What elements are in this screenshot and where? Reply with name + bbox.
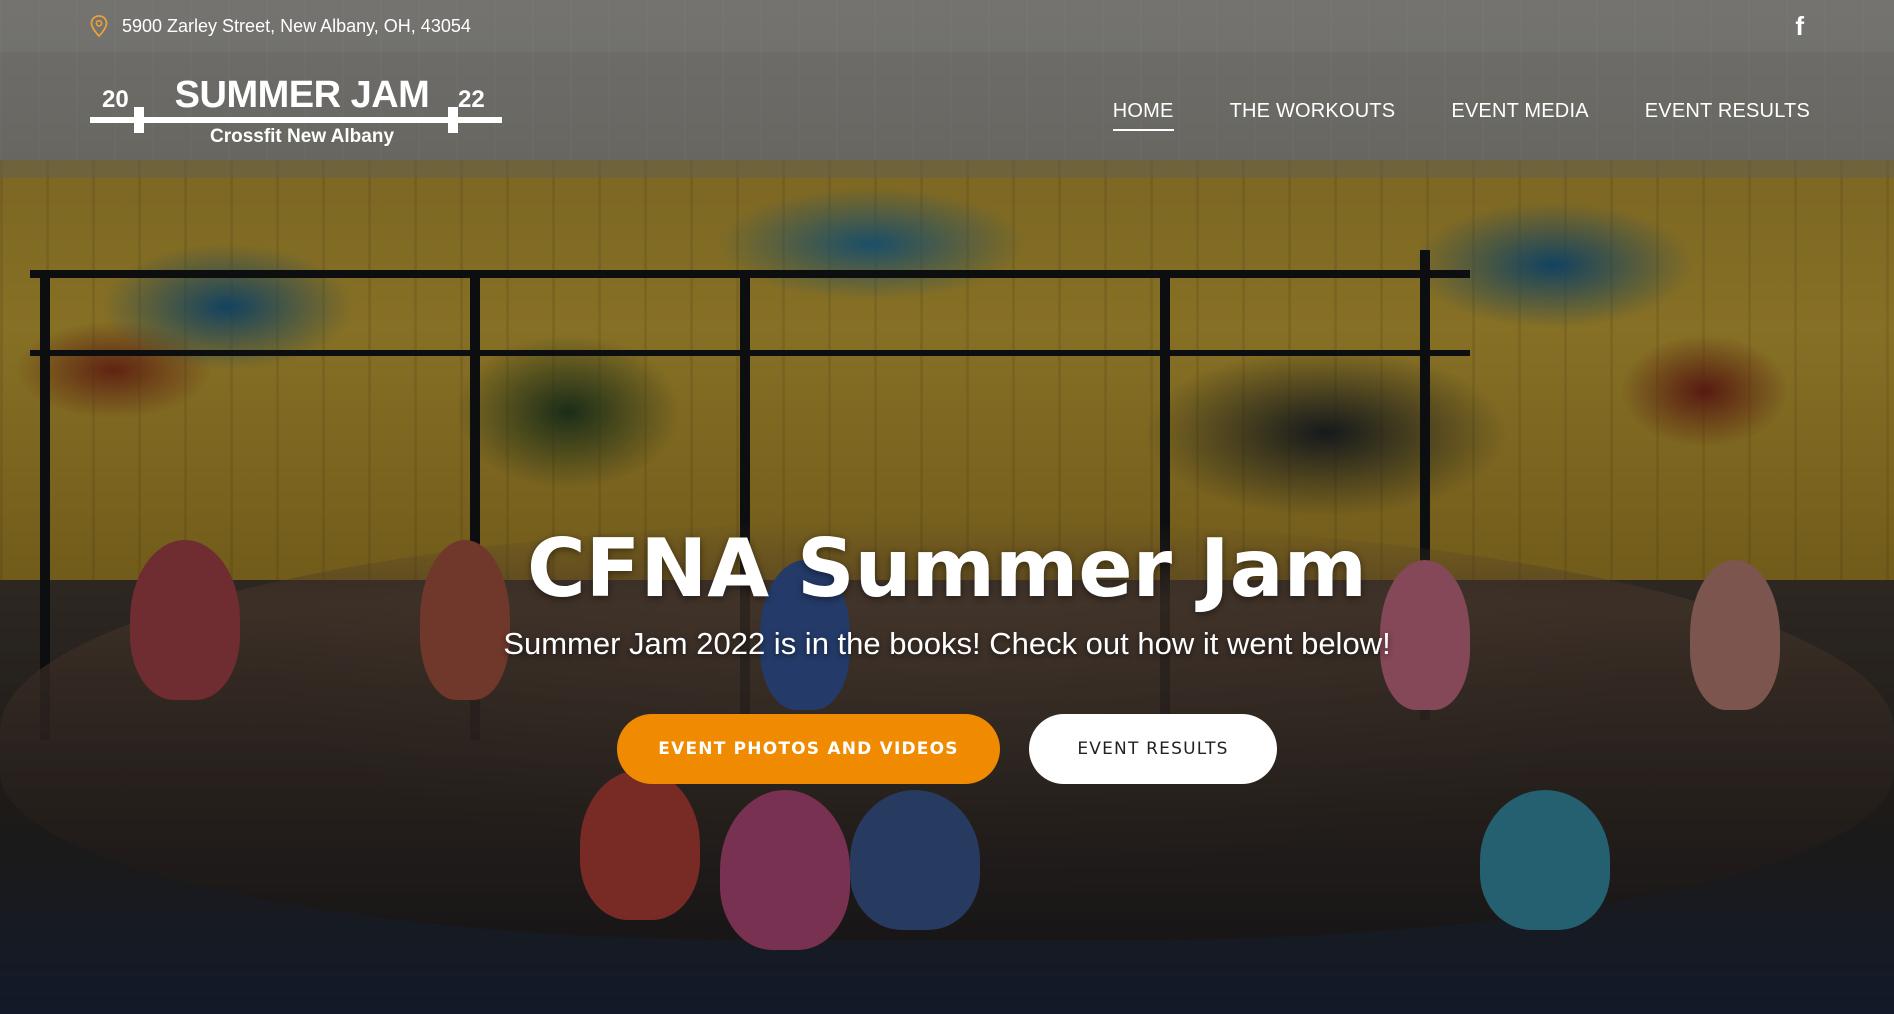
barbell-plate-right [448, 107, 458, 133]
hero-title: CFNA Summer Jam [526, 522, 1368, 615]
top-info-bar: 5900 Zarley Street, New Albany, OH, 4305… [0, 0, 1894, 52]
main-nav: HOME THE WORKOUTS EVENT MEDIA EVENT RESU… [1112, 100, 1810, 131]
site-header: 20 22 SUMMER JAM Crossfit New Albany HOM… [0, 52, 1894, 178]
barbell-icon [90, 117, 502, 123]
address-line: 5900 Zarley Street, New Albany, OH, 4305… [90, 15, 471, 37]
hero-subtitle: Summer Jam 2022 is in the books! Check o… [503, 626, 1391, 661]
nav-item-event-media[interactable]: EVENT MEDIA [1451, 100, 1588, 131]
site-logo[interactable]: 20 22 SUMMER JAM Crossfit New Albany [90, 74, 502, 152]
nav-item-home[interactable]: HOME [1112, 100, 1174, 131]
event-photos-videos-button[interactable]: EVENT PHOTOS AND VIDEOS [617, 714, 1000, 784]
event-results-button[interactable]: EVENT RESULTS [1029, 714, 1277, 784]
logo-year-left: 20 [102, 86, 129, 113]
map-pin-icon [90, 15, 108, 37]
logo-year-right: 22 [458, 86, 485, 113]
barbell-plate-left [134, 107, 144, 133]
logo-title: SUMMER JAM [174, 74, 430, 116]
address-text: 5900 Zarley Street, New Albany, OH, 4305… [122, 15, 471, 36]
facebook-icon[interactable]: f [1795, 11, 1804, 42]
nav-item-the-workouts[interactable]: THE WORKOUTS [1230, 100, 1396, 131]
logo-subtitle: Crossfit New Albany [209, 126, 395, 147]
nav-item-event-results[interactable]: EVENT RESULTS [1645, 100, 1810, 131]
